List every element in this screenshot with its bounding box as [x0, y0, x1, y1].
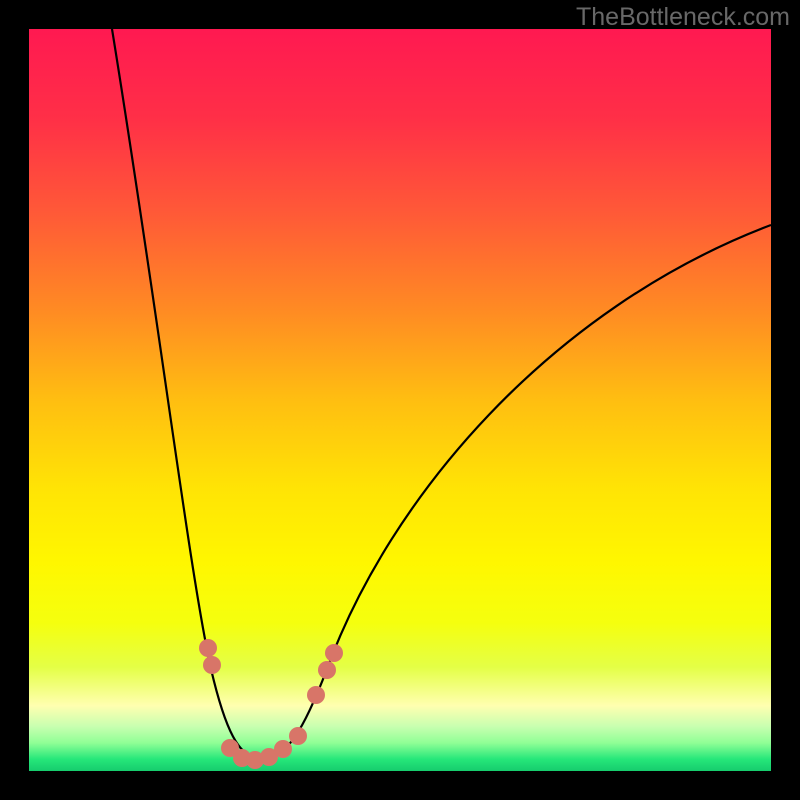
data-point [307, 686, 325, 704]
data-point [325, 644, 343, 662]
data-point [203, 656, 221, 674]
data-point [199, 639, 217, 657]
watermark-text: TheBottleneck.com [576, 3, 790, 32]
data-point [274, 740, 292, 758]
bottleneck-curve [29, 29, 771, 771]
chart-frame [29, 29, 771, 771]
data-point [289, 727, 307, 745]
data-point [318, 661, 336, 679]
